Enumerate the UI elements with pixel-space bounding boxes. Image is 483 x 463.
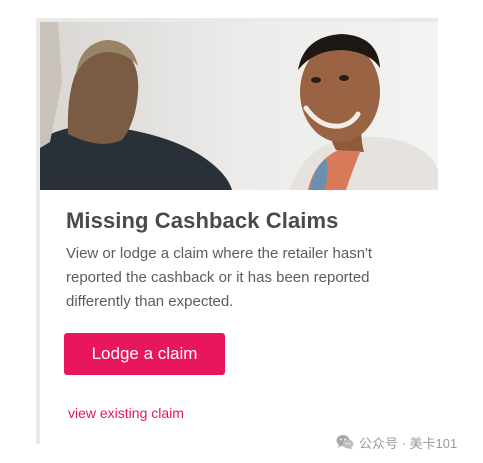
hero-image — [40, 22, 438, 190]
card-title: Missing Cashback Claims — [66, 208, 339, 233]
wechat-icon — [336, 434, 354, 450]
watermark: 公众号 · 美卡101 — [336, 432, 457, 452]
page: Missing Cashback Claims View or lodge a … — [0, 0, 483, 463]
card-description: View or lodge a claim where the retailer… — [66, 245, 373, 310]
watermark-text: 公众号 · 美卡101 — [359, 435, 458, 451]
lodge-claim-button[interactable]: Lodge a claim — [64, 333, 225, 375]
missing-cashback-card: Missing Cashback Claims View or lodge a … — [36, 18, 438, 444]
view-existing-claim-link[interactable]: view existing claim — [68, 405, 184, 421]
